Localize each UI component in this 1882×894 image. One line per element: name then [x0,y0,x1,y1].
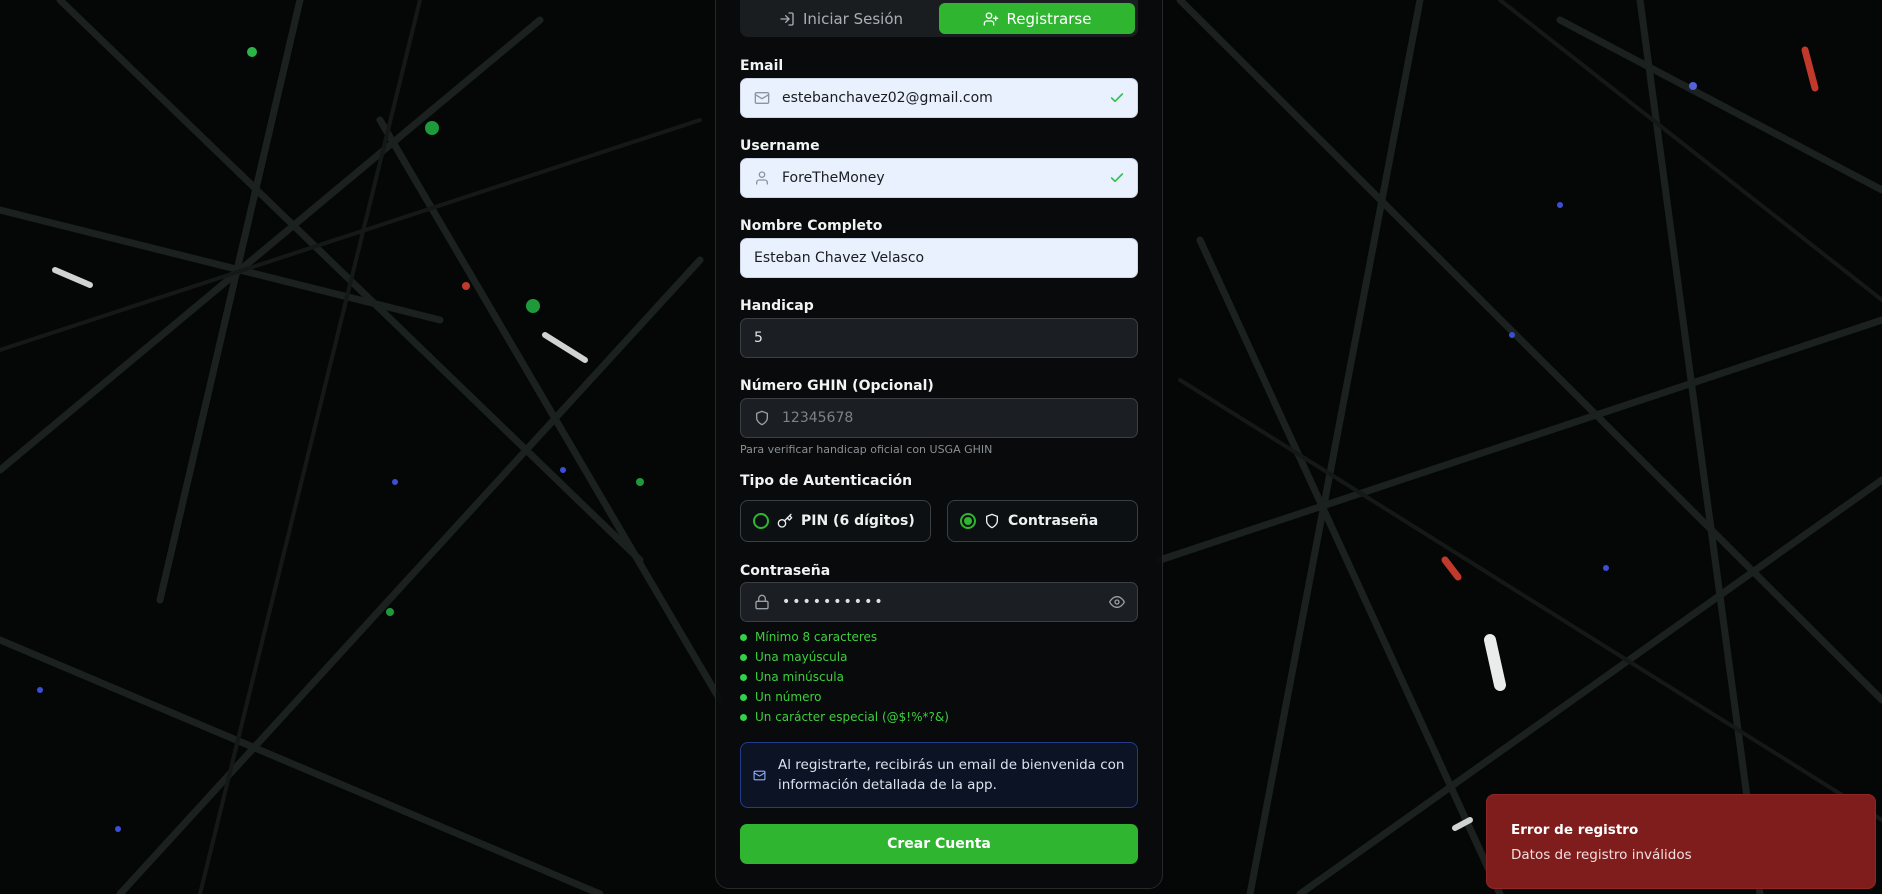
handicap-value: 5 [754,330,763,346]
ghin-field[interactable]: 12345678 [740,398,1138,438]
password-value: •••••••••• [782,594,885,610]
mail-icon [754,90,770,106]
requirement-text: Una minúscula [755,670,844,684]
full-name-label: Nombre Completo [740,218,883,234]
check-dot-icon [740,673,747,681]
shield-icon [754,410,770,426]
password-requirement: Un número [740,690,822,704]
create-account-button[interactable]: Crear Cuenta [740,824,1138,864]
check-dot-icon [740,653,747,661]
full-name-value: Esteban Chavez Velasco [754,250,925,266]
email-field[interactable]: estebanchavez02@gmail.com [740,78,1138,118]
requirement-text: Mínimo 8 caracteres [755,630,878,644]
error-toast[interactable]: Error de registro Datos de registro invá… [1486,794,1876,889]
user-plus-icon [983,11,998,26]
username-field[interactable]: ForeTheMoney [740,158,1138,198]
password-requirement: Una mayúscula [740,650,847,664]
auth-option-password[interactable]: Contraseña [947,500,1138,542]
check-icon [1109,170,1125,186]
ghin-label: Número GHIN (Opcional) [740,378,934,394]
tab-login[interactable]: Iniciar Sesión [743,3,939,34]
auth-type-label: Tipo de Autenticación [740,473,913,489]
shield-icon [986,513,998,529]
handicap-label: Handicap [740,298,814,314]
eye-icon[interactable] [1109,594,1125,610]
email-label: Email [740,58,784,74]
email-value: estebanchavez02@gmail.com [782,90,993,106]
check-icon [1109,90,1125,106]
toast-title: Error de registro [1511,822,1639,838]
requirement-text: Un carácter especial (@$!%*?&) [755,710,949,724]
full-name-field[interactable]: Esteban Chavez Velasco [740,238,1138,278]
tab-register[interactable]: Registrarse [939,3,1135,34]
lock-icon [754,594,770,610]
radio-password[interactable] [960,513,976,529]
mail-icon [753,770,766,780]
requirement-text: Una mayúscula [755,650,848,664]
radio-pin[interactable] [753,513,769,529]
key-icon [777,513,793,528]
tab-login-label: Iniciar Sesión [802,9,904,28]
tab-register-label: Registrarse [1006,9,1092,28]
ghin-hint: Para verificar handicap oficial con USGA… [740,443,993,456]
welcome-info-box: Al registrarte, recibirás un email de bi… [740,742,1138,808]
user-icon [754,170,770,186]
requirement-text: Un número [755,690,822,704]
auth-tabs: Iniciar Sesión Registrarse [740,0,1138,37]
ghin-placeholder: 12345678 [782,410,854,426]
toast-message: Datos de registro inválidos [1511,847,1692,863]
password-label: Contraseña [740,563,831,579]
password-field[interactable]: •••••••••• [740,582,1138,622]
auth-option-pin[interactable]: PIN (6 dígitos) [740,500,931,542]
check-dot-icon [740,713,747,721]
check-dot-icon [740,633,747,641]
password-requirement: Una minúscula [740,670,844,684]
auth-option-password-label: Contraseña [1008,513,1099,529]
handicap-field[interactable]: 5 [740,318,1138,358]
log-in-icon [780,11,794,26]
check-dot-icon [740,693,747,701]
auth-option-pin-label: PIN (6 dígitos) [801,513,915,529]
welcome-info-text: Al registrarte, recibirás un email de bi… [778,757,1125,793]
password-requirement: Un carácter especial (@$!%*?&) [740,710,949,724]
username-value: ForeTheMoney [782,170,885,186]
password-requirement: Mínimo 8 caracteres [740,630,877,644]
username-label: Username [740,138,820,154]
